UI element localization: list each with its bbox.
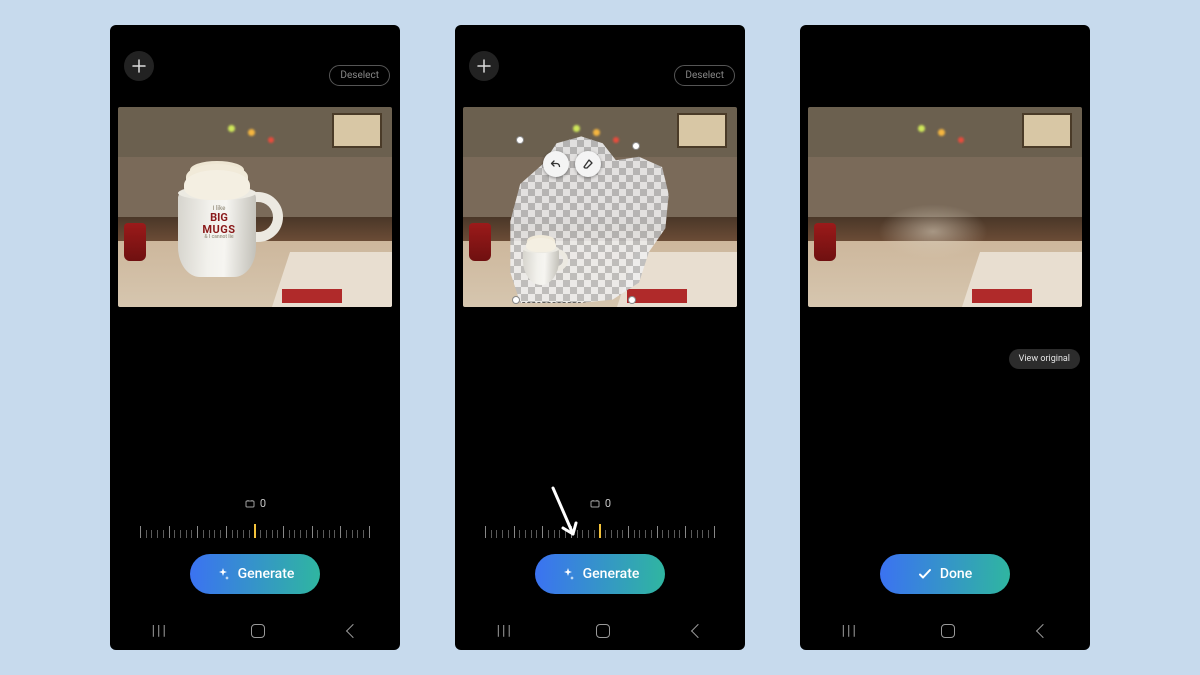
- rotation-value: 0: [455, 497, 745, 510]
- eraser-icon: [582, 158, 594, 170]
- phone-screen-3: View original Done |||: [800, 25, 1090, 650]
- photo-area: Deselect: [455, 87, 745, 337]
- rotate-icon: [244, 498, 256, 510]
- mug-text: I like BIG MUGS & I cannot lie: [194, 206, 244, 241]
- photo-area: View original: [800, 87, 1090, 337]
- done-button[interactable]: Done: [880, 554, 1010, 594]
- phone-screen-1: Deselect I like BIG MUGS & I cannot lie: [110, 25, 400, 650]
- nav-recent-icon[interactable]: |||: [497, 623, 513, 639]
- erase-tool-button[interactable]: [575, 151, 601, 177]
- photo-canvas[interactable]: [463, 107, 737, 307]
- mug-object[interactable]: I like BIG MUGS & I cannot lie: [178, 172, 273, 277]
- sparkle-icon: [216, 567, 230, 581]
- deselect-button[interactable]: Deselect: [674, 65, 735, 86]
- nav-back-icon[interactable]: [1036, 624, 1050, 638]
- top-bar: [800, 25, 1090, 87]
- mug-object-resized[interactable]: [523, 239, 563, 285]
- plus-icon: [132, 59, 146, 73]
- selection-handle[interactable]: [513, 297, 519, 303]
- rotate-icon: [589, 498, 601, 510]
- selection-handle[interactable]: [633, 143, 639, 149]
- plus-icon: [477, 59, 491, 73]
- generate-button[interactable]: Generate: [535, 554, 665, 594]
- phone-screen-2: Deselect: [455, 25, 745, 650]
- nav-back-icon[interactable]: [346, 624, 360, 638]
- selection-handle[interactable]: [517, 137, 523, 143]
- photo-area: Deselect I like BIG MUGS & I cannot lie: [110, 87, 400, 337]
- sparkle-icon: [561, 567, 575, 581]
- selection-handle[interactable]: [629, 297, 635, 303]
- generate-button[interactable]: Generate: [190, 554, 320, 594]
- rotation-slider[interactable]: [485, 516, 715, 538]
- nav-recent-icon[interactable]: |||: [152, 623, 168, 639]
- android-nav-bar: |||: [800, 612, 1090, 650]
- nav-recent-icon[interactable]: |||: [842, 623, 858, 639]
- photo-canvas[interactable]: [808, 107, 1082, 307]
- rotation-value: 0: [110, 497, 400, 510]
- rotation-slider[interactable]: [140, 516, 370, 538]
- android-nav-bar: |||: [455, 612, 745, 650]
- android-nav-bar: |||: [110, 612, 400, 650]
- nav-home-icon[interactable]: [941, 624, 955, 638]
- add-button[interactable]: [469, 51, 499, 81]
- deselect-button[interactable]: Deselect: [329, 65, 390, 86]
- nav-home-icon[interactable]: [596, 624, 610, 638]
- photo-canvas[interactable]: I like BIG MUGS & I cannot lie: [118, 107, 392, 307]
- nav-home-icon[interactable]: [251, 624, 265, 638]
- undo-icon: [550, 158, 562, 170]
- undo-tool-button[interactable]: [543, 151, 569, 177]
- view-original-button[interactable]: View original: [1009, 349, 1080, 369]
- nav-back-icon[interactable]: [691, 624, 705, 638]
- check-icon: [918, 567, 932, 581]
- add-button[interactable]: [124, 51, 154, 81]
